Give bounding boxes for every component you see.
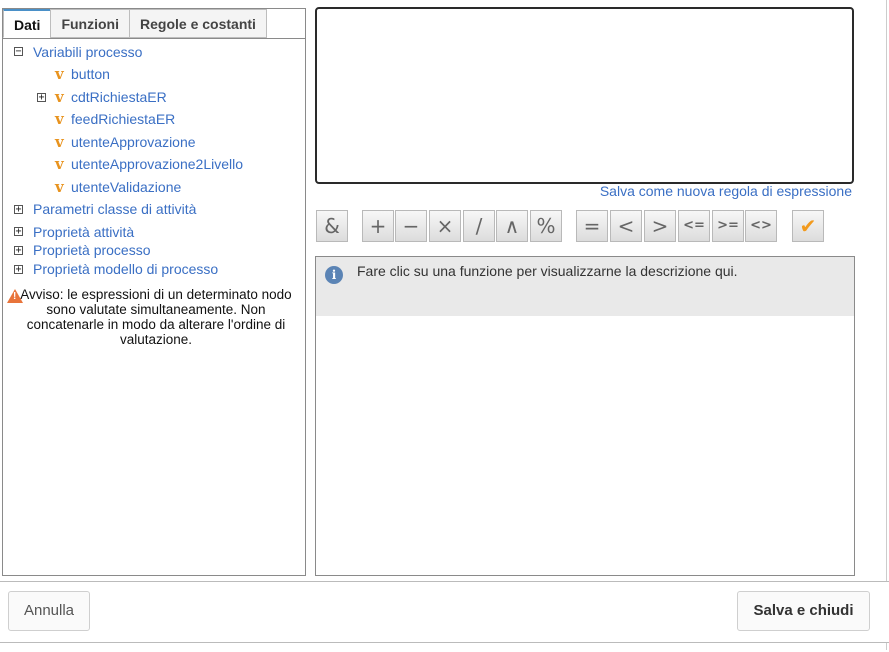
tab-regole-costanti[interactable]: Regole e costanti (129, 9, 267, 38)
expand-icon[interactable]: + (14, 205, 23, 215)
divide-operator-button[interactable]: / (463, 210, 495, 242)
tab-dati[interactable]: Dati (3, 9, 52, 38)
variable-icon: v (55, 178, 64, 196)
tree-node-feedrichiestaer[interactable]: feedRichiestaER (71, 110, 175, 128)
expand-icon[interactable]: + (37, 93, 46, 103)
save-and-close-button[interactable]: Salva e chiudi (737, 591, 870, 631)
tree-node-variabili-processo[interactable]: Variabili processo (33, 43, 142, 61)
variable-icon: v (55, 65, 64, 83)
tab-funzioni[interactable]: Funzioni (50, 9, 130, 38)
equal-operator-button[interactable]: = (576, 210, 608, 242)
variable-icon: v (55, 155, 64, 173)
tree-node-button[interactable]: button (71, 65, 110, 83)
variable-icon: v (55, 110, 64, 128)
concat-operator-button[interactable]: & (316, 210, 348, 242)
expand-icon[interactable]: + (14, 246, 23, 256)
save-as-rule-link[interactable]: Salva come nuova regola di espressione (600, 183, 852, 199)
power-operator-button[interactable]: ∧ (496, 210, 528, 242)
tree-node-utenteapprovazione[interactable]: utenteApprovazione (71, 133, 196, 151)
function-description-panel: i Fare clic su una funzione per visualiz… (315, 256, 855, 576)
tree-node-proprieta-processo[interactable]: Proprietà processo (33, 241, 151, 259)
variable-icon: v (55, 88, 64, 106)
greater-operator-button[interactable]: > (644, 210, 676, 242)
tree-node-parametri-classe[interactable]: Parametri classe di attività (33, 200, 196, 218)
info-icon: i (325, 266, 343, 284)
minus-operator-button[interactable]: − (395, 210, 427, 242)
variable-icon: v (55, 133, 64, 151)
greater-equal-operator-button[interactable]: >= (712, 210, 744, 242)
less-equal-operator-button[interactable]: <= (678, 210, 710, 242)
tree-node-utenteapprovazione2livello[interactable]: utenteApprovazione2Livello (71, 155, 243, 173)
less-operator-button[interactable]: < (610, 210, 642, 242)
description-text: Fare clic su una funzione per visualizza… (357, 263, 738, 279)
validate-check-icon[interactable]: ✔ (792, 210, 824, 242)
data-panel: Dati Funzioni Regole e costanti − Variab… (2, 8, 306, 576)
plus-operator-button[interactable]: + (362, 210, 394, 242)
cancel-button[interactable]: Annulla (8, 591, 90, 631)
expand-icon[interactable]: + (14, 265, 23, 275)
tree-node-proprieta-modello[interactable]: Proprietà modello di processo (33, 260, 218, 278)
warning-text: Avviso: le espressioni di un determinato… (20, 287, 292, 347)
multiply-operator-button[interactable]: × (429, 210, 461, 242)
dialog-footer: Annulla Salva e chiudi (0, 581, 889, 643)
tab-bar: Dati Funzioni Regole e costanti (3, 9, 267, 39)
tree-node-cdtrichiestaer[interactable]: cdtRichiestaER (71, 88, 167, 106)
expand-icon[interactable]: + (14, 227, 23, 237)
not-equal-operator-button[interactable]: <> (745, 210, 777, 242)
percent-operator-button[interactable]: % (530, 210, 562, 242)
warning-message: ! Avviso: le espressioni di un determina… (7, 287, 305, 347)
expression-editor[interactable] (315, 7, 854, 184)
collapse-icon[interactable]: − (14, 47, 23, 57)
tree-node-proprieta-attivita[interactable]: Proprietà attività (33, 223, 134, 241)
tree-node-utentevalidazione[interactable]: utenteValidazione (71, 178, 181, 196)
